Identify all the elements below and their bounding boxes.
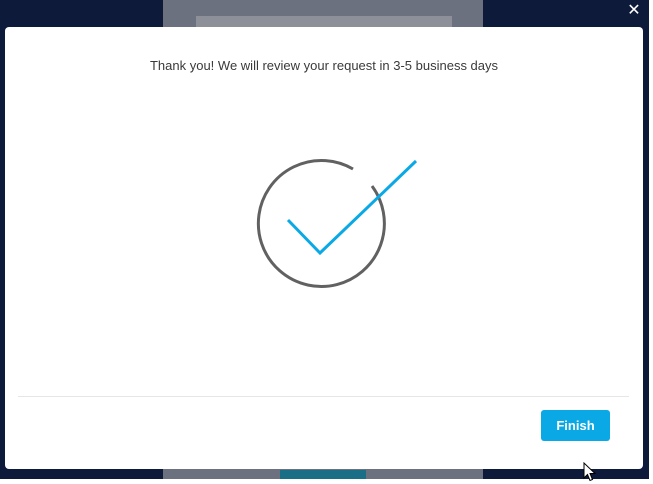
app-backdrop: ✕ Thank you! We will review your request… [0,0,649,479]
close-icon[interactable]: ✕ [627,2,641,18]
mouse-cursor-icon [583,462,597,482]
checkmark-tick [286,159,418,256]
confirmation-message: Thank you! We will review your request i… [149,58,499,73]
checkmark-icon [256,158,418,288]
checkmark-circle [256,158,386,288]
confirmation-dialog: Thank you! We will review your request i… [5,27,643,469]
finish-button[interactable]: Finish [541,410,610,441]
background-button [280,470,366,479]
footer-divider [18,396,629,397]
